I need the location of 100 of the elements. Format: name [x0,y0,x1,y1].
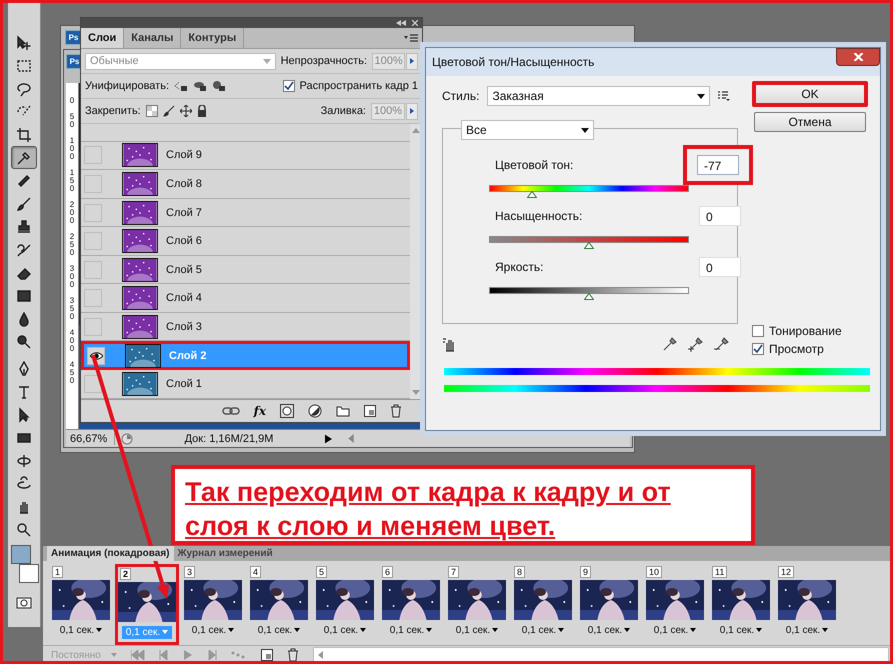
scrollbar[interactable] [312,647,889,661]
frame-cell[interactable]: 12 0,1 сек. [775,564,839,646]
checkbox[interactable] [752,343,764,355]
frame-cell[interactable]: 11 0,1 сек. [709,564,773,646]
eyedropper-minus-icon[interactable] [714,336,730,352]
play-icon[interactable] [325,434,332,444]
unify-position-icon[interactable] [174,80,188,92]
visibility-toggle[interactable] [84,318,102,336]
frame-cell[interactable]: 5 0,1 сек. [313,564,377,646]
tool-button[interactable] [11,146,37,169]
frame-cell[interactable]: 8 0,1 сек. [511,564,575,646]
move-icon[interactable] [180,105,192,117]
close-icon [852,53,864,61]
layer-name: Слой 1 [166,378,202,390]
layer-row[interactable]: Слой 9 [81,142,410,170]
brush-icon[interactable] [162,105,175,117]
lock-transparency-icon[interactable] [146,105,158,117]
ok-button[interactable]: OK [752,81,868,107]
caret-icon [410,108,414,114]
lasso-icon [16,80,32,96]
ruler-number: 150 [68,169,76,193]
mask-icon[interactable] [280,404,294,418]
rotate-3d-icon [16,452,32,468]
unify-visibility-icon[interactable] [193,80,208,92]
preset-menu-icon[interactable] [718,91,730,101]
eyedropper-icon[interactable] [662,336,678,352]
zoom-field[interactable]: 66,67% [66,432,115,444]
layer-row[interactable]: Слой 8 [81,170,410,199]
caret-icon[interactable] [360,628,366,632]
frame-cell[interactable]: 7 0,1 сек. [445,564,509,646]
layer-row[interactable]: Слой 1 [81,370,410,399]
move-icon [16,34,32,50]
caret-icon[interactable] [558,628,564,632]
close-icon[interactable] [412,20,418,26]
trash-icon[interactable] [390,404,402,418]
folder-icon[interactable] [336,405,350,417]
opacity-slider-button[interactable] [406,52,418,70]
checkbox[interactable] [752,325,764,337]
eyedropper-plus-icon[interactable] [688,336,704,352]
layer-row[interactable]: Слой 5 [81,256,410,284]
panel-tab[interactable]: Анимация (покадровая) [47,546,174,561]
visibility-toggle[interactable] [84,232,102,250]
fill-slider-button[interactable] [406,102,418,120]
caret-icon[interactable] [426,628,432,632]
channel-select[interactable]: Все [461,120,594,140]
caret-icon[interactable] [756,628,762,632]
visibility-toggle[interactable] [84,204,102,222]
visibility-toggle[interactable] [84,289,102,308]
ruler-number: 50 [68,113,76,129]
caret-icon[interactable] [96,628,102,632]
visibility-toggle[interactable] [84,175,102,194]
color-swatch[interactable] [11,545,31,564]
caret-icon[interactable] [690,628,696,632]
scroll-left-icon[interactable] [318,651,323,660]
preset-select[interactable]: Заказная [487,86,710,106]
layer-name: Слой 7 [166,206,202,219]
frame-cell[interactable]: 9 0,1 сек. [577,564,641,646]
ruler-number: 350 [68,297,76,321]
cancel-button[interactable]: Отмена [754,112,866,132]
frame-cell[interactable]: 6 0,1 сек. [379,564,443,646]
layer-row[interactable]: Слой 7 [81,198,410,228]
value-field[interactable]: 0 [699,206,741,226]
caret-icon[interactable] [822,628,828,632]
layer-row[interactable]: Слой 4 [81,284,410,313]
trash-icon[interactable] [286,648,299,661]
panel-tab[interactable]: Слои [81,28,124,48]
frame-number: 10 [646,566,662,578]
frame-cell[interactable]: 1 0,1 сек. [49,564,113,646]
layer-style-button[interactable]: fx [254,404,266,418]
frame-cell[interactable]: 2 0,1 сек. [115,564,179,646]
caret-icon[interactable] [624,628,630,632]
value-field[interactable]: -77 [697,155,739,175]
caret-icon[interactable] [228,628,234,632]
frame-cell[interactable]: 4 0,1 сек. [247,564,311,646]
fill-label: Заливка: [320,105,366,117]
caret-icon[interactable] [294,628,300,632]
visibility-toggle[interactable] [84,146,102,164]
unify-style-icon[interactable] [212,80,226,92]
eye-icon [90,352,102,360]
lock-icon[interactable] [196,105,207,117]
checkbox[interactable] [282,80,295,92]
gradient-icon [16,288,32,304]
frame-cell[interactable]: 10 0,1 сек. [643,564,707,646]
panel-menu-icon[interactable] [404,34,418,42]
color-swatch[interactable] [19,564,39,583]
checkbox-label: Распространить кадр 1 [300,80,418,92]
visibility-toggle[interactable] [84,260,102,279]
adjustment-icon[interactable] [308,404,322,418]
caret-icon [697,94,706,98]
frame-number: 1 [52,566,64,578]
new-layer-icon[interactable] [364,405,376,417]
frame-cell[interactable]: 3 0,1 сек. [181,564,245,646]
link-icon[interactable] [222,407,240,415]
new-frame-icon[interactable] [260,649,273,661]
value-field[interactable]: 0 [699,257,741,277]
blend-mode-select[interactable]: Обычные [85,52,276,70]
unify-label: Унифицировать: [85,80,170,92]
caret-icon[interactable] [492,628,498,632]
layer-row[interactable]: Слой 6 [81,227,410,256]
close-button[interactable] [836,48,880,66]
